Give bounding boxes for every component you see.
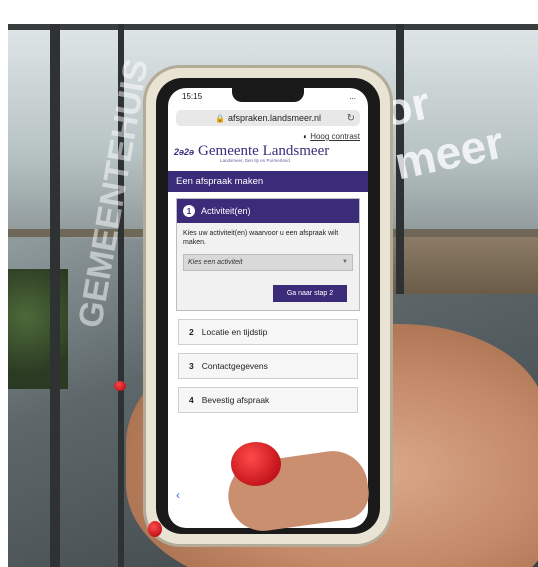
page-title: Een afspraak maken (168, 171, 368, 192)
address-bar[interactable]: 🔒 afspraken.landsmeer.nl ↻ (176, 110, 360, 126)
activity-select-value: Kies een activiteit (188, 258, 243, 266)
thumb-nail (231, 442, 281, 486)
step-label: Bevestig afspraak (201, 394, 270, 405)
step-label: Locatie en tijdstip (201, 326, 268, 337)
chevron-down-icon: ▼ (342, 259, 348, 266)
step-confirm[interactable]: 4 Bevestig afspraak (178, 386, 358, 413)
contrast-toggle[interactable]: ◐ Hoog contrast (168, 128, 368, 141)
step-number: 1 (183, 205, 195, 217)
step-number: 2 (189, 326, 194, 337)
contrast-label: Hoog contrast (310, 132, 360, 141)
phone-notch (232, 88, 304, 102)
step-label: Contactgegevens (201, 360, 268, 371)
step-number: 4 (189, 394, 194, 405)
window-frame (8, 24, 538, 30)
finger-nail (114, 381, 126, 391)
step-instruction: Kies uw activiteit(en) waarvoor u een af… (183, 230, 339, 247)
lock-icon: 🔒 (214, 113, 225, 123)
step-location[interactable]: 2 Locatie en tijdstip (178, 318, 358, 345)
step-number: 3 (189, 360, 194, 371)
url-text: afspraken.landsmeer.nl (227, 113, 322, 123)
finger-nail (148, 521, 162, 537)
logo-mark-icon: 2ǝ2ǝ (174, 146, 195, 157)
window-mullion (50, 24, 60, 567)
step-activity-body: Kies uw activiteit(en) waarvoor u een af… (177, 223, 359, 310)
step-activity: 1 Activiteit(en) Kies uw activiteit(en) … (176, 198, 360, 311)
photo-scene: or meer GEMEENTEHUIS 15:15 ... 🔒 afsprak… (8, 24, 538, 567)
step-label: Activiteit(en) (201, 206, 251, 216)
status-indicators: ... (349, 92, 356, 101)
reload-icon[interactable]: ↻ (347, 113, 355, 124)
next-step-button[interactable]: Ga naar stap 2 (273, 284, 347, 302)
status-time: 15:15 (182, 92, 203, 101)
step-contact[interactable]: 3 Contactgegevens (178, 352, 358, 379)
back-chevron-icon[interactable]: ‹ (176, 488, 180, 502)
activity-select[interactable]: Kies een activiteit ▼ (183, 253, 353, 271)
step-activity-header[interactable]: 1 Activiteit(en) (177, 199, 359, 223)
